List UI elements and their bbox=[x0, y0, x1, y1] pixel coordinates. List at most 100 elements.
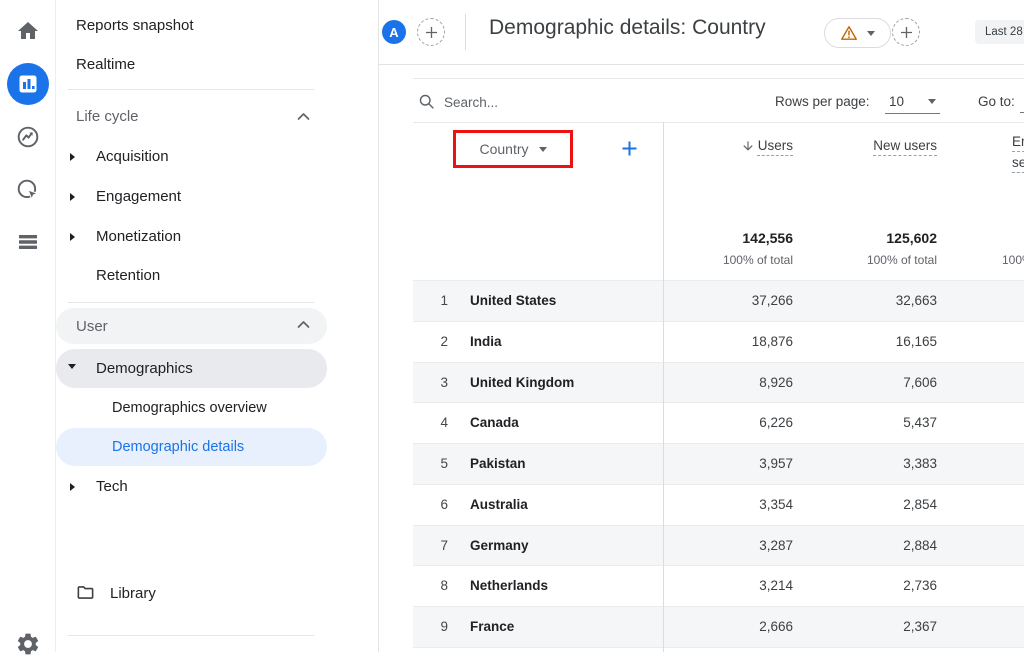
report-table-card: Rows per page: 10 Go to: Country Users N… bbox=[378, 64, 1024, 652]
row-new-users-value: 2,367 bbox=[903, 607, 937, 647]
new-users-total-percent: 100% of total bbox=[867, 253, 937, 267]
tree-arrow-icon[interactable] bbox=[70, 233, 75, 241]
report-header: A Demographic details: Country Last 28 d… bbox=[378, 0, 1024, 65]
toolbar-divider bbox=[413, 122, 1024, 123]
row-new-users-value: 2,884 bbox=[903, 526, 937, 566]
table-row: 9 France 2,666 2,367 bbox=[413, 606, 1024, 647]
tree-arrow-icon[interactable] bbox=[70, 153, 75, 161]
row-rank: 1 bbox=[413, 281, 448, 321]
reports-selected-circle bbox=[7, 63, 49, 105]
column-header-label: New users bbox=[873, 138, 937, 153]
tree-arrow-expanded-icon[interactable] bbox=[68, 364, 76, 369]
tree-arrow-icon[interactable] bbox=[70, 193, 75, 201]
tree-arrow-icon[interactable] bbox=[70, 483, 75, 491]
dimension-metrics-divider bbox=[663, 122, 664, 652]
rows-per-page-value: 10 bbox=[889, 94, 904, 109]
table-row: 3 United Kingdom 8,926 7,606 bbox=[413, 362, 1024, 403]
row-new-users-value: 2,854 bbox=[903, 485, 937, 525]
nav-item-label: Demographics bbox=[96, 360, 193, 377]
rows-per-page-label: Rows per page: bbox=[775, 94, 870, 109]
new-users-total: 125,602 bbox=[886, 230, 937, 246]
data-quality-warning-button[interactable] bbox=[824, 18, 891, 48]
column-header-users[interactable]: Users bbox=[741, 138, 793, 153]
dimension-selector-country[interactable]: Country bbox=[479, 141, 528, 157]
customize-report-button[interactable] bbox=[892, 18, 920, 46]
home-icon[interactable] bbox=[0, 19, 55, 43]
reports-nav-sidebar: Reports snapshot Realtime Life cycle Acq… bbox=[56, 0, 379, 652]
goto-page-input[interactable] bbox=[1020, 96, 1024, 113]
nav-section-user[interactable]: User bbox=[56, 308, 327, 344]
row-rank: 4 bbox=[413, 403, 448, 443]
table-row: 5 Pakistan 3,957 3,383 bbox=[413, 443, 1024, 484]
nav-divider bbox=[68, 89, 314, 90]
nav-item-tech[interactable]: Tech bbox=[96, 477, 128, 497]
row-users-value: 18,876 bbox=[752, 322, 793, 362]
engaged-sessions-total-percent-clipped: 100% of total bbox=[1002, 253, 1024, 267]
explore-icon[interactable] bbox=[0, 124, 55, 150]
chevron-up-icon[interactable] bbox=[297, 112, 310, 121]
row-country: United States bbox=[470, 281, 556, 321]
row-rank: 5 bbox=[413, 444, 448, 484]
nav-item-realtime[interactable]: Realtime bbox=[76, 55, 135, 75]
nav-item-acquisition[interactable]: Acquisition bbox=[96, 147, 169, 167]
rows-per-page-select[interactable]: 10 bbox=[885, 90, 940, 114]
settings-gear-icon[interactable] bbox=[0, 631, 55, 657]
dropdown-caret-icon bbox=[539, 147, 547, 152]
table-row: 4 Canada 6,226 5,437 bbox=[413, 402, 1024, 443]
row-country: France bbox=[470, 607, 514, 647]
nav-item-reports-snapshot[interactable]: Reports snapshot bbox=[76, 16, 194, 36]
column-header-engaged-sessions-clipped[interactable]: Engaged sessions bbox=[1012, 131, 1024, 173]
row-new-users-value: 5,437 bbox=[903, 403, 937, 443]
nav-item-demographic-details-selected[interactable]: Demographic details bbox=[56, 428, 327, 466]
nav-section-life-cycle[interactable]: Life cycle bbox=[76, 107, 139, 127]
search-magnifier-icon[interactable] bbox=[418, 93, 435, 110]
add-comparison-button[interactable] bbox=[417, 18, 445, 46]
row-new-users-value: 7,606 bbox=[903, 363, 937, 403]
row-new-users-value: 2,736 bbox=[903, 566, 937, 606]
column-header-new-users[interactable]: New users bbox=[873, 138, 937, 153]
nav-item-library[interactable]: Library bbox=[110, 584, 156, 604]
nav-divider bbox=[68, 302, 314, 303]
plus-icon bbox=[425, 26, 438, 39]
table-body: 1 United States 37,266 32,663 2 India 18… bbox=[413, 280, 1024, 652]
row-users-value: 2,666 bbox=[759, 607, 793, 647]
card-top-border bbox=[413, 78, 1024, 79]
table-row: 1 United States 37,266 32,663 bbox=[413, 280, 1024, 321]
nav-item-retention[interactable]: Retention bbox=[96, 266, 160, 286]
advertising-icon[interactable] bbox=[0, 177, 55, 203]
search-input[interactable] bbox=[442, 89, 696, 115]
page-title: Demographic details: Country bbox=[489, 16, 766, 40]
nav-item-demographics[interactable]: Demographics bbox=[56, 349, 327, 388]
row-new-users-value: 16,165 bbox=[896, 322, 937, 362]
row-rank: 8 bbox=[413, 566, 448, 606]
nav-item-label: Demographic details bbox=[112, 439, 244, 455]
nav-item-monetization[interactable]: Monetization bbox=[96, 227, 181, 247]
row-rank: 6 bbox=[413, 485, 448, 525]
account-avatar[interactable]: A bbox=[382, 20, 406, 44]
dropdown-caret-icon bbox=[867, 31, 875, 36]
annotation-highlight-box: Country bbox=[453, 130, 573, 168]
row-country: Pakistan bbox=[470, 444, 526, 484]
row-users-value: 3,214 bbox=[759, 566, 793, 606]
table-row: 7 Germany 3,287 2,884 bbox=[413, 525, 1024, 566]
row-country: Germany bbox=[470, 526, 529, 566]
chevron-up-icon[interactable] bbox=[297, 320, 310, 329]
row-rank: 3 bbox=[413, 363, 448, 403]
nav-item-engagement[interactable]: Engagement bbox=[96, 187, 181, 207]
goto-page-label: Go to: bbox=[978, 94, 1015, 109]
row-users-value: 37,266 bbox=[752, 281, 793, 321]
folder-icon bbox=[76, 583, 95, 602]
row-users-value: 6,226 bbox=[759, 403, 793, 443]
admin-list-icon[interactable] bbox=[0, 230, 55, 254]
row-new-users-value: 3,383 bbox=[903, 444, 937, 484]
add-secondary-dimension-button[interactable] bbox=[616, 135, 642, 161]
row-country: Canada bbox=[470, 403, 519, 443]
reports-bar-chart-icon[interactable] bbox=[0, 63, 55, 105]
date-range-selector[interactable]: Last 28 days bbox=[975, 20, 1024, 44]
table-row: 2 India 18,876 16,165 bbox=[413, 321, 1024, 362]
row-country: United Kingdom bbox=[470, 363, 574, 403]
row-new-users-value: 32,663 bbox=[896, 281, 937, 321]
sort-descending-arrow-icon bbox=[741, 139, 755, 153]
nav-item-demographics-overview[interactable]: Demographics overview bbox=[112, 398, 267, 418]
users-total: 142,556 bbox=[742, 230, 793, 246]
